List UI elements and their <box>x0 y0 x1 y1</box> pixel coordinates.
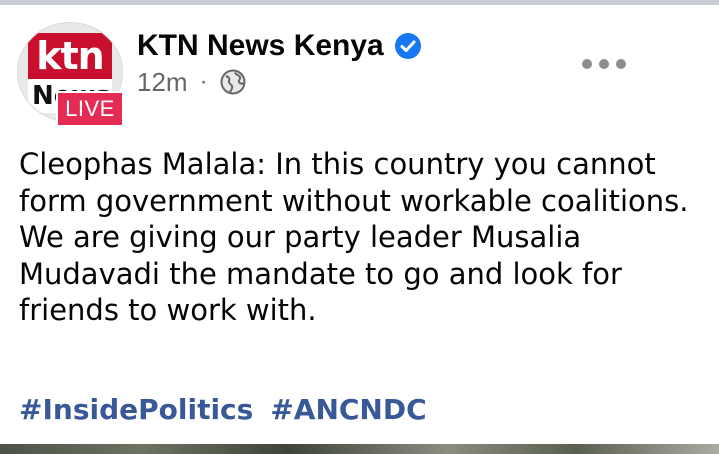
post-card: ktn News LIVE KTN News Kenya 12m · <box>0 0 719 454</box>
page-name-link[interactable]: KTN News Kenya <box>137 29 384 63</box>
post-meta: 12m · <box>137 67 246 97</box>
verified-badge-icon <box>394 32 422 60</box>
post-timestamp[interactable]: 12m <box>137 67 188 97</box>
post-text: Cleophas Malala: In this country you can… <box>19 147 689 327</box>
more-dot <box>616 59 626 69</box>
more-dot <box>582 59 592 69</box>
hashtag-ancndc[interactable]: #ANCNDC <box>270 392 426 428</box>
more-dot <box>599 59 609 69</box>
meta-separator: · <box>199 68 208 95</box>
more-options-icon[interactable] <box>582 52 626 76</box>
post-image-preview[interactable] <box>0 444 719 454</box>
hashtag-row: #InsidePolitics #ANCNDC <box>19 392 427 428</box>
live-badge: LIVE <box>56 91 124 127</box>
top-divider <box>0 0 719 5</box>
globe-icon[interactable] <box>220 69 246 95</box>
hashtag-insidepolitics[interactable]: #InsidePolitics <box>19 392 253 428</box>
avatar-logo-ktn: ktn <box>28 33 112 79</box>
page-name-row: KTN News Kenya <box>137 29 422 63</box>
page-avatar[interactable]: ktn News LIVE <box>17 22 124 127</box>
